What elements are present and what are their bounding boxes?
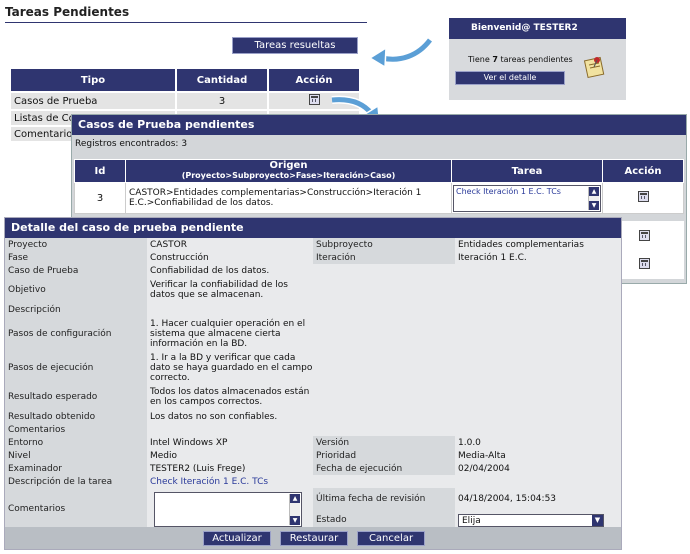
table-row: Objetivo Verificar la confiabilidad de l… xyxy=(5,277,621,303)
detail-table: Proyecto CASTOR Subproyecto Entidades co… xyxy=(5,238,621,530)
table-row: Nivel Medio Prioridad Media-Alta xyxy=(5,449,621,462)
col-accion: Acción xyxy=(267,67,361,93)
table-row: Examinador TESTER2 (Luis Frege) Fecha de… xyxy=(5,462,621,475)
detail-panel: Detalle del caso de prueba pendiente Pro… xyxy=(4,217,622,550)
col-cantidad: Cantidad xyxy=(175,67,269,93)
pending-cases-title: Casos de Prueba pendientes xyxy=(72,115,686,135)
comentarios-textarea[interactable]: ▲ ▼ xyxy=(154,491,302,527)
calendar-icon[interactable] xyxy=(639,258,650,269)
col-tipo: Tipo xyxy=(9,67,177,93)
col-origen: Origen (Proyecto>Subproyecto>Fase>Iterac… xyxy=(125,159,452,183)
table-row: Proyecto CASTOR Subproyecto Entidades co… xyxy=(5,238,621,251)
arrow-icon xyxy=(368,37,434,69)
page-title: Tareas Pendientes xyxy=(5,5,130,19)
records-found: Registros encontrados: 3 xyxy=(75,139,188,149)
table-row: Casos de Prueba 3 xyxy=(9,91,361,111)
cancelar-button[interactable]: Cancelar xyxy=(357,531,425,546)
table-row: Resultado obtenido Los datos no son conf… xyxy=(5,410,621,423)
tarea-textarea[interactable]: Check Iteración 1 E.C. TCs ▲ ▼ xyxy=(453,184,601,212)
tareas-resueltas-button[interactable]: Tareas resueltas xyxy=(232,37,358,54)
task-link[interactable]: Check Iteración 1 E.C. TCs xyxy=(150,477,268,487)
calendar-icon[interactable] xyxy=(639,230,650,241)
table-row: Descripción xyxy=(5,303,621,316)
welcome-panel: Bienvenid@ TESTER2 Tiene 7 tareas pendie… xyxy=(449,18,626,100)
col-accion: Acción xyxy=(602,159,684,183)
restaurar-button[interactable]: Restaurar xyxy=(280,531,348,546)
table-row: Pasos de ejecución 1. Ir a la BD y verif… xyxy=(5,352,621,384)
title-divider xyxy=(5,22,367,23)
table-row: Comentarios xyxy=(5,423,621,436)
chevron-down-icon[interactable]: ▼ xyxy=(592,514,603,526)
table-row: Descripción de la tarea Check Iteración … xyxy=(5,475,621,488)
ver-detalle-button[interactable]: Ver el detalle xyxy=(455,71,565,85)
action-bar: Actualizar Restaurar Cancelar xyxy=(5,527,621,549)
table-row: Fase Construcción Iteración Iteración 1 … xyxy=(5,251,621,264)
col-tarea: Tarea xyxy=(451,159,603,183)
scrollbar[interactable]: ▲ ▼ xyxy=(588,186,599,210)
scrollbar[interactable]: ▲ ▼ xyxy=(289,493,300,525)
notepad-icon xyxy=(583,56,605,79)
table-row: Entorno Intel Windows XP Versión 1.0.0 xyxy=(5,436,621,449)
pending-count-text: Tiene 7 tareas pendientes xyxy=(468,55,573,64)
table-row: Caso de Prueba Confiabilidad de los dato… xyxy=(5,264,621,277)
welcome-title: Bienvenid@ TESTER2 xyxy=(449,18,626,39)
actualizar-button[interactable]: Actualizar xyxy=(203,531,271,546)
table-row: Resultado esperado Todos los datos almac… xyxy=(5,384,621,410)
estado-select[interactable]: Elija ▼ xyxy=(458,513,604,527)
table-row: Pasos de configuración 1. Hacer cualquie… xyxy=(5,316,621,352)
table-row: Comentarios ▲ ▼ Última fecha de revisión … xyxy=(5,488,621,530)
col-id: Id xyxy=(74,159,126,183)
calendar-icon[interactable] xyxy=(637,191,649,202)
calendar-icon[interactable] xyxy=(308,94,320,105)
pending-cases-table: Id Origen (Proyecto>Subproyecto>Fase>Ite… xyxy=(74,159,684,214)
table-row: 3 CASTOR>Entidades complementarias>Const… xyxy=(74,182,684,214)
detail-title: Detalle del caso de prueba pendiente xyxy=(5,218,621,238)
